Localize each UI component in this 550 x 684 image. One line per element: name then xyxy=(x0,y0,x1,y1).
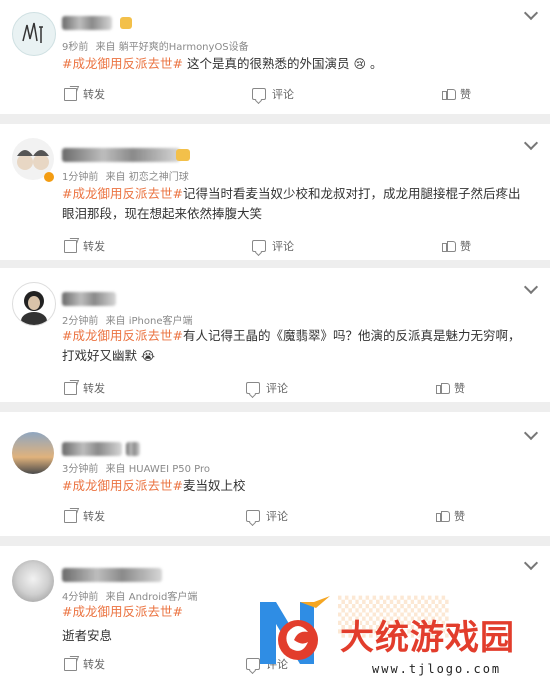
like-button[interactable]: 赞 xyxy=(436,380,465,396)
post-source: 来自 HUAWEI P50 Pro xyxy=(105,464,211,475)
comment-icon xyxy=(246,382,260,394)
comment-label: 评论 xyxy=(272,240,294,253)
post-content: #成龙御用反派去世# 这个是真的很熟悉的外国演员 😢 。 xyxy=(62,54,524,74)
share-button[interactable]: 转发 xyxy=(64,380,105,396)
avatar[interactable] xyxy=(12,432,54,474)
share-button[interactable]: 转发 xyxy=(64,508,105,524)
verified-badge-icon xyxy=(44,172,54,182)
share-icon xyxy=(64,239,77,253)
share-icon xyxy=(64,381,77,395)
avatar[interactable] xyxy=(12,282,56,326)
username-extra xyxy=(126,442,140,456)
sad-emoji-icon: 😢 xyxy=(353,57,366,71)
like-label: 赞 xyxy=(454,510,465,523)
username[interactable] xyxy=(62,16,112,30)
post-source: 来自 初恋之神门球 xyxy=(105,172,189,183)
comment-label: 评论 xyxy=(266,382,288,395)
vip-badge-icon xyxy=(176,149,190,161)
like-label: 赞 xyxy=(460,88,471,101)
chevron-down-icon[interactable] xyxy=(523,135,539,151)
comment-label: 评论 xyxy=(266,510,288,523)
share-icon xyxy=(64,509,77,523)
post-card: 9秒前 来自 躺平好爽的HarmonyOS设备 #成龙御用反派去世# 这个是真的… xyxy=(0,0,550,114)
comment-label: 评论 xyxy=(272,88,294,101)
post-source: 来自 躺平好爽的HarmonyOS设备 xyxy=(95,42,249,53)
crying-emoji-icon: 😭 xyxy=(141,349,156,363)
avatar[interactable] xyxy=(12,12,56,56)
share-label: 转发 xyxy=(83,510,105,523)
chevron-down-icon[interactable] xyxy=(523,555,539,571)
post-text: 这个是真的很熟悉的外国演员 xyxy=(186,56,350,71)
comment-button[interactable]: 评论 xyxy=(246,380,288,396)
thumbs-up-icon xyxy=(442,88,456,100)
post-time: 9秒前 xyxy=(62,42,89,53)
hashtag-link[interactable]: #成龙御用反派去世# xyxy=(62,478,183,493)
comment-icon xyxy=(252,88,266,100)
chevron-down-icon[interactable] xyxy=(523,5,539,21)
like-button[interactable]: 赞 xyxy=(436,508,465,524)
post-content: #成龙御用反派去世#记得当时看麦当奴少校和龙叔对打，成龙用腿接棍子然后疼出眼泪那… xyxy=(62,184,524,224)
username[interactable] xyxy=(62,292,116,306)
like-button[interactable]: 赞 xyxy=(442,86,471,102)
hashtag-link[interactable]: #成龙御用反派去世# xyxy=(62,56,183,71)
share-label: 转发 xyxy=(83,88,105,101)
vip-badge-icon xyxy=(120,17,132,29)
share-button[interactable]: 转发 xyxy=(64,656,105,672)
like-label: 赞 xyxy=(454,382,465,395)
share-button[interactable]: 转发 xyxy=(64,238,105,254)
post-card: 1分钟前 来自 初恋之神门球 #成龙御用反派去世#记得当时看麦当奴少校和龙叔对打… xyxy=(0,124,550,260)
chevron-down-icon[interactable] xyxy=(523,279,539,295)
watermark-logo-icon xyxy=(260,596,330,664)
post-text: 麦当奴上校 xyxy=(182,478,246,493)
comment-icon xyxy=(246,510,260,522)
avatar[interactable] xyxy=(12,560,54,602)
share-label: 转发 xyxy=(83,240,105,253)
username[interactable] xyxy=(62,568,162,582)
watermark-title: 大统游戏园 xyxy=(340,618,515,658)
action-bar: 转发 评论 赞 xyxy=(0,508,550,528)
post-time: 1分钟前 xyxy=(62,172,99,183)
share-button[interactable]: 转发 xyxy=(64,86,105,102)
comment-icon xyxy=(252,240,266,252)
post-text-suffix: 。 xyxy=(369,56,383,71)
action-bar: 转发 评论 赞 xyxy=(0,380,550,400)
post-content: #成龙御用反派去世#有人记得王晶的《魔翡翠》吗？他演的反派真是魅力无穷啊，打戏好… xyxy=(62,326,524,366)
chevron-down-icon[interactable] xyxy=(523,425,539,441)
comment-button[interactable]: 评论 xyxy=(252,86,294,102)
thumbs-up-icon xyxy=(442,240,456,252)
comment-button[interactable]: 评论 xyxy=(252,238,294,254)
post-card: 2分钟前 来自 iPhone客户端 #成龙御用反派去世#有人记得王晶的《魔翡翠》… xyxy=(0,268,550,402)
share-icon xyxy=(64,87,77,101)
comment-button[interactable]: 评论 xyxy=(246,508,288,524)
thumbs-up-icon xyxy=(436,510,450,522)
hashtag-link[interactable]: #成龙御用反派去世# xyxy=(62,186,183,201)
thumbs-up-icon xyxy=(436,382,450,394)
share-label: 转发 xyxy=(83,658,105,671)
post-content: #成龙御用反派去世#麦当奴上校 xyxy=(62,476,524,496)
action-bar: 转发 评论 赞 xyxy=(0,86,550,106)
share-label: 转发 xyxy=(83,382,105,395)
username[interactable] xyxy=(62,148,180,162)
watermark-url: www.tjlogo.com xyxy=(372,662,502,676)
share-icon xyxy=(64,657,77,671)
action-bar: 转发 评论 赞 xyxy=(0,238,550,258)
post-card: 3分钟前 来自 HUAWEI P50 Pro #成龙御用反派去世#麦当奴上校 转… xyxy=(0,412,550,536)
username[interactable] xyxy=(62,442,122,456)
post-time: 3分钟前 xyxy=(62,464,99,475)
like-button[interactable]: 赞 xyxy=(442,238,471,254)
like-label: 赞 xyxy=(460,240,471,253)
hashtag-link[interactable]: #成龙御用反派去世# xyxy=(62,328,183,343)
